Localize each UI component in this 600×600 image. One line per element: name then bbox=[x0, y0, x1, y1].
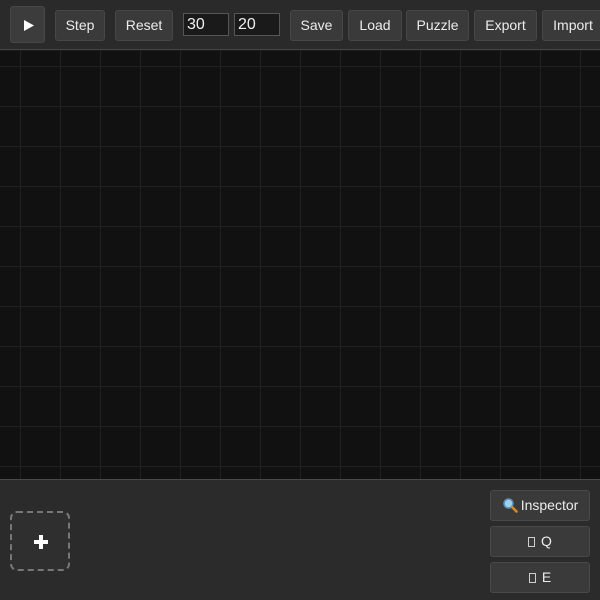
reset-button[interactable]: Reset bbox=[115, 10, 173, 41]
save-button[interactable]: Save bbox=[290, 10, 343, 41]
add-component-button[interactable] bbox=[10, 511, 70, 571]
grid-canvas[interactable] bbox=[0, 51, 600, 479]
missing-glyph-icon bbox=[528, 573, 536, 583]
rotate-e-button[interactable]: E bbox=[490, 562, 590, 593]
load-button[interactable]: Load bbox=[348, 10, 402, 41]
play-button[interactable] bbox=[10, 6, 45, 43]
rotate-e-label: E bbox=[541, 569, 552, 585]
grid-width-input[interactable] bbox=[183, 13, 229, 36]
inspector-button[interactable]: Inspector bbox=[490, 490, 590, 521]
bottom-panel: Inspector Q E bbox=[0, 479, 600, 600]
rotate-q-button[interactable]: Q bbox=[490, 526, 590, 557]
rotate-q-label: Q bbox=[541, 533, 552, 549]
magnifier-icon bbox=[502, 498, 518, 513]
puzzle-button[interactable]: Puzzle bbox=[406, 10, 469, 41]
step-button[interactable]: Step bbox=[55, 10, 105, 41]
inspector-label: Inspector bbox=[520, 497, 579, 513]
import-button[interactable]: Import bbox=[542, 10, 600, 41]
export-button[interactable]: Export bbox=[474, 10, 537, 41]
missing-glyph-icon bbox=[528, 537, 536, 547]
toolbar: Step Reset Save Load Puzzle Export Impor… bbox=[0, 0, 600, 50]
grid-height-input[interactable] bbox=[234, 13, 280, 36]
play-icon bbox=[24, 20, 34, 31]
